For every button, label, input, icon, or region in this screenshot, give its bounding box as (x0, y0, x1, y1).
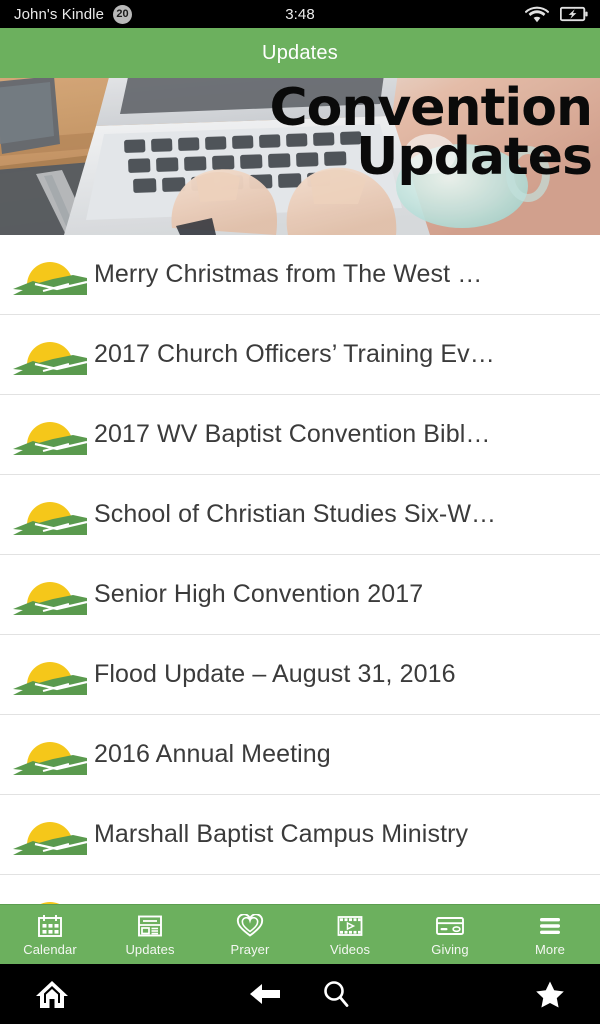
calendar-icon (37, 913, 63, 939)
tab-more[interactable]: More (500, 905, 600, 964)
list-item-title: 2016 Annual Meeting (94, 740, 331, 768)
tab-updates[interactable]: Updates (100, 905, 200, 964)
app-header-bar: Updates (0, 28, 600, 78)
tab-label: More (534, 941, 566, 957)
tab-giving[interactable]: Giving (400, 905, 500, 964)
tab-prayer[interactable]: Prayer (200, 905, 300, 964)
tab-calendar[interactable]: Calendar (0, 905, 100, 964)
tab-label: Giving (431, 941, 469, 957)
tab-videos[interactable]: Videos (300, 905, 400, 964)
double-heart-icon (236, 913, 264, 939)
page-title: Updates (262, 41, 338, 64)
sunrise-over-hills-logo-icon (12, 813, 88, 857)
home-icon (35, 979, 69, 1009)
film-play-icon (336, 913, 364, 939)
hero-photo (0, 78, 600, 235)
list-item-title: Marshall Baptist Campus Ministry (94, 820, 469, 848)
list-item[interactable]: Marshall Baptist Campus Ministry (0, 795, 600, 875)
device-name-label: John's Kindle (14, 5, 105, 23)
list-item[interactable]: Merry Christmas from The West … (0, 235, 600, 315)
sunrise-over-hills-logo-icon (12, 573, 88, 617)
wifi-icon (525, 6, 549, 23)
sunrise-over-hills-logo-icon (12, 333, 88, 377)
sunrise-over-hills-logo-icon (12, 733, 88, 777)
list-item-title: 2017 Church Officers’ Training Ev… (94, 340, 495, 368)
sunrise-over-hills-logo-icon (12, 653, 88, 697)
list-item[interactable]: School of Christian Studies Six-W… (0, 475, 600, 555)
list-item[interactable]: 2017 Church Officers’ Training Ev… (0, 315, 600, 395)
newspaper-icon (137, 913, 163, 939)
list-item[interactable]: 2017 WV Baptist Convention Bibl… (0, 395, 600, 475)
device-screen: John's Kindle 20 3:48 Updates Convention… (0, 0, 600, 1024)
nav-favorites-button[interactable] (520, 964, 580, 1024)
nav-back-button[interactable] (235, 964, 295, 1024)
list-item-title: Senior High Convention 2017 (94, 580, 424, 608)
sunrise-over-hills-logo-icon (12, 413, 88, 457)
tab-label: Prayer (230, 941, 270, 957)
updates-list[interactable]: Merry Christmas from The West … 2017 Chu… (0, 235, 600, 905)
sunrise-over-hills-logo-icon (12, 493, 88, 537)
status-bar-right (525, 6, 600, 23)
list-item[interactable] (0, 875, 600, 905)
sunrise-over-hills-logo-icon (12, 253, 88, 297)
list-item-title: 2017 WV Baptist Convention Bibl… (94, 420, 491, 448)
battery-charging-icon (560, 6, 588, 22)
nav-home-button[interactable] (22, 964, 82, 1024)
bottom-tab-bar: Calendar Updates Prayer Videos Giving Mo… (0, 904, 600, 964)
tab-label: Videos (329, 941, 371, 957)
search-icon (321, 979, 351, 1009)
tab-label: Updates (125, 941, 175, 957)
list-item-title: Flood Update – August 31, 2016 (94, 660, 456, 688)
status-bar: John's Kindle 20 3:48 (0, 0, 600, 28)
hero-banner[interactable]: Convention Updates (0, 78, 600, 235)
system-navigation-bar (0, 964, 600, 1024)
list-item[interactable]: Flood Update – August 31, 2016 (0, 635, 600, 715)
list-item-title: Merry Christmas from The West … (94, 260, 483, 288)
list-item[interactable]: 2016 Annual Meeting (0, 715, 600, 795)
nav-search-button[interactable] (306, 964, 366, 1024)
back-arrow-icon (249, 981, 281, 1007)
notification-count-badge[interactable]: 20 (113, 4, 133, 24)
list-item[interactable]: Senior High Convention 2017 (0, 555, 600, 635)
credit-card-icon (435, 913, 465, 939)
list-item-title: School of Christian Studies Six-W… (94, 500, 497, 528)
star-icon (535, 980, 565, 1009)
tab-label: Calendar (23, 941, 77, 957)
stacked-lines-icon (537, 913, 563, 939)
status-bar-left: John's Kindle 20 (0, 4, 133, 24)
